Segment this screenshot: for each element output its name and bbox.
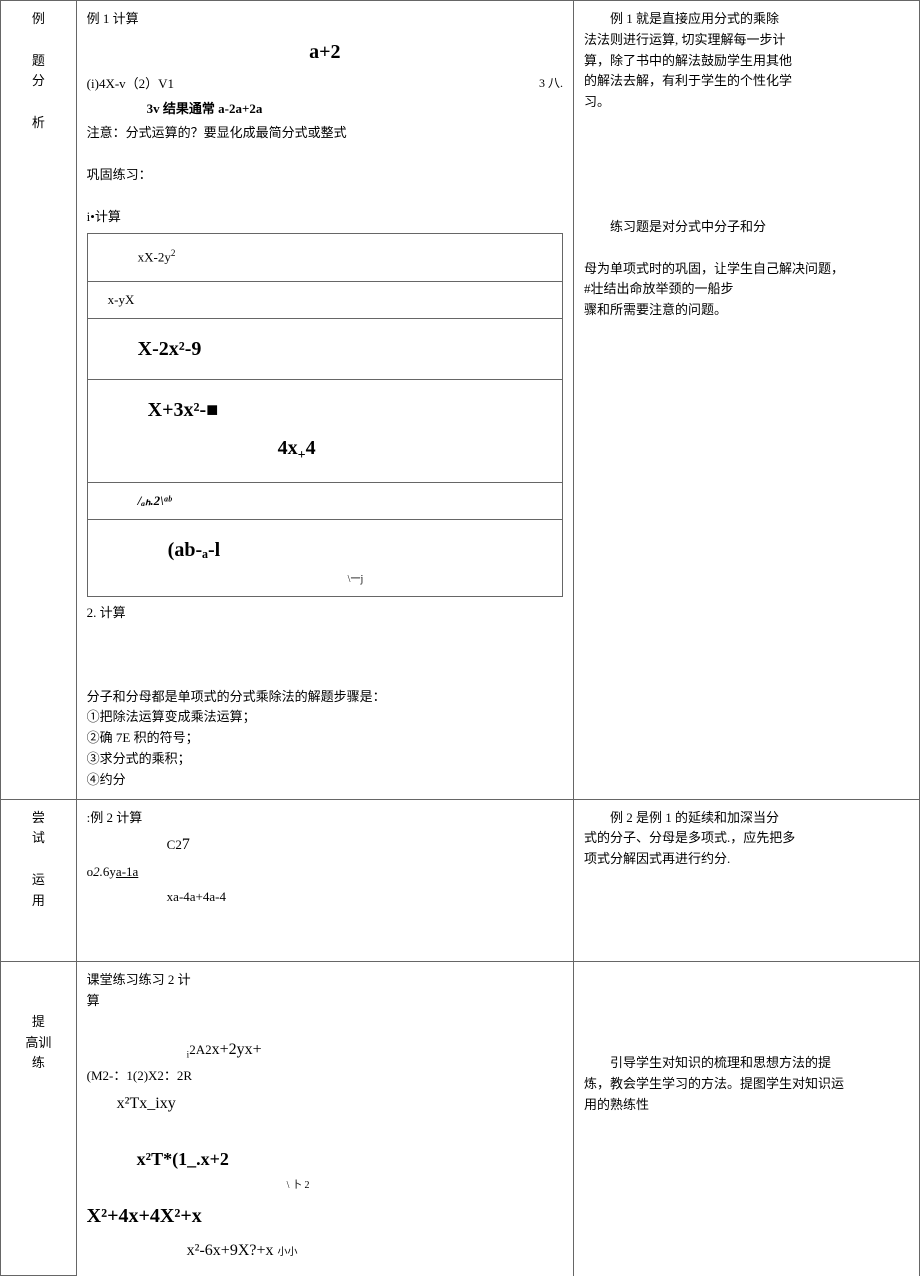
formula: 4x+4 <box>278 432 552 467</box>
formula: x²Tx_ixy <box>117 1091 563 1117</box>
step-item: ①把除法运算变成乘法运算； <box>87 707 563 728</box>
formula: X+3x²-■ <box>148 394 552 426</box>
note-line: 引导学生对知识的梳理和思想方法的提 <box>584 1053 909 1074</box>
cell: (ab-ₐ-l \一j <box>87 520 562 597</box>
row2-note: 例 2 是例 1 的延续和加深当分 式的分子、分母是多项式.，应先把多 项式分解… <box>574 799 920 962</box>
label-text: 析 <box>11 113 66 134</box>
cell: X+3x²-■ 4x+4 <box>87 380 562 482</box>
note-line: 习。 <box>584 92 909 113</box>
practice-title: 算 <box>87 991 563 1012</box>
note-line: 骤和所需要注意的问题。 <box>584 300 909 321</box>
note-line: 例 2 是例 1 的延续和加深当分 <box>584 808 909 829</box>
note-line: 算，除了书中的解法鼓励学生用其他 <box>584 51 909 72</box>
formula-text: o2.6ya-1a <box>87 864 139 879</box>
formula: xa-4a+4a-4 <box>167 887 563 908</box>
note-line: 练习题是对分式中分子和分 <box>584 217 909 238</box>
formula: C27 <box>167 832 563 858</box>
cell: xX-2y2 <box>87 234 562 281</box>
row1-content: 例 1 计算 a+2 (i)4X-v（2）V1 3 八. 3v 结果通常 a-2… <box>76 1 573 800</box>
formula-table: xX-2y2 x-yX X-2x²-9 X+3x²-■ 4x+4 /ₐₕ.2\ᵃ… <box>87 233 563 597</box>
label-text: 分 <box>11 71 66 92</box>
formula: \一j <box>348 572 552 588</box>
example1-title: 例 1 计算 <box>87 9 563 30</box>
note-line: #壮结出命放举颈的一船步 <box>584 279 909 300</box>
formula-text: i2A2x+2yx+ <box>187 1042 262 1057</box>
label-text: 运 <box>11 870 66 891</box>
note-line: 例 1 就是直接应用分式的乘除 <box>584 9 909 30</box>
row1-label: 例 题 分 析 <box>1 1 77 800</box>
row2-content: :例 2 计算 C27 o2.6ya-1a xa-4a+4a-4 <box>76 799 573 962</box>
label-text: 例 <box>11 9 66 30</box>
formula: a+2 <box>87 36 563 68</box>
note-line: 式的分子、分母是多项式.，应先把多 <box>584 828 909 849</box>
formula: (ab-ₐ-l <box>168 534 552 566</box>
formula: x²T*(1_.x+2 <box>137 1145 563 1174</box>
formula-text: 3 八. <box>539 74 563 93</box>
formula-text: 4x+4 <box>278 437 316 459</box>
label-text: 高训 <box>11 1033 66 1054</box>
formula: (M2-：1(2)X2：2R <box>87 1066 563 1087</box>
note-text: 注意：分式运算的？要显化成最简分式或整式 <box>87 123 563 144</box>
formula-text: C27 <box>167 837 190 852</box>
label-text: 尝 <box>11 808 66 829</box>
label-text: 用 <box>11 891 66 912</box>
formula: xX-2y2 <box>98 246 176 268</box>
formula: x²-6x+9X?+x 小小 <box>187 1238 563 1264</box>
note-line: 项式分解因式再进行约分. <box>584 849 909 870</box>
step-intro: 分子和分母都是单项式的分式乘除法的解题步骤是： <box>87 687 563 708</box>
formula: o2.6ya-1a <box>87 862 563 883</box>
cell: X-2x²-9 <box>87 319 562 380</box>
lesson-plan-table: 例 题 分 析 例 1 计算 a+2 (i)4X-v（2）V1 3 八. 3v … <box>0 0 920 1276</box>
formula: (i)4X-v（2）V1 3 八. <box>87 74 563 95</box>
note-line: 用的熟练性 <box>584 1095 909 1116</box>
cell: /ₐₕ.2\ᵃᵇ <box>87 482 562 520</box>
formula: X-2x²-9 <box>98 333 202 365</box>
formula: X²+4x+4X²+x <box>87 1200 563 1232</box>
calc2-label: 2. 计算 <box>87 603 563 624</box>
formula: i2A2x+2yx+ <box>187 1037 563 1063</box>
cell: x-yX <box>87 281 562 319</box>
step-item: ③求分式的乘积； <box>87 749 563 770</box>
row1-note: 例 1 就是直接应用分式的乘除 法法则进行运算, 切实理解每一步计 算，除了书中… <box>574 1 920 800</box>
formula: x-yX <box>108 292 135 307</box>
row3-content: 课堂练习练习 2 计 算 i2A2x+2yx+ (M2-：1(2)X2：2R x… <box>76 962 573 1276</box>
practice-title: 课堂练习练习 2 计 <box>87 970 563 991</box>
note-line: 的解法去解，有利于学生的个性化学 <box>584 71 909 92</box>
step-item: ④约分 <box>87 770 563 791</box>
note-line: 炼，教会学生学习的方法。提图学生对知识运 <box>584 1074 909 1095</box>
label-text: 题 <box>11 51 66 72</box>
label-text: 提 <box>11 1012 66 1033</box>
formula: /ₐₕ.2\ᵃᵇ <box>138 493 172 508</box>
formula: \ 卜 2 <box>287 1178 563 1194</box>
calc-label: i•计算 <box>87 207 563 228</box>
exponent: 2 <box>171 248 176 258</box>
row2-label: 尝 试 运 用 <box>1 799 77 962</box>
label-text: 试 <box>11 828 66 849</box>
formula-text: x²-6x+9X?+x 小小 <box>187 1242 298 1259</box>
step-item: ②确 7E 积的符号； <box>87 728 563 749</box>
practice-label: 巩固练习： <box>87 165 563 186</box>
note-line: 母为单项式时的巩固，让学生自己解决问题， <box>584 259 909 280</box>
label-text: 练 <box>11 1053 66 1074</box>
formula: 3v 结果通常 a-2a+2a <box>147 99 563 120</box>
row3-label: 提 高训 练 <box>1 962 77 1276</box>
formula-text: (i)4X-v（2）V1 <box>87 76 174 91</box>
row3-note: 引导学生对知识的梳理和思想方法的提 炼，教会学生学习的方法。提图学生对知识运 用… <box>574 962 920 1276</box>
formula-text: xX-2y <box>138 250 171 265</box>
note-line: 法法则进行运算, 切实理解每一步计 <box>584 30 909 51</box>
example2-title: :例 2 计算 <box>87 808 563 829</box>
